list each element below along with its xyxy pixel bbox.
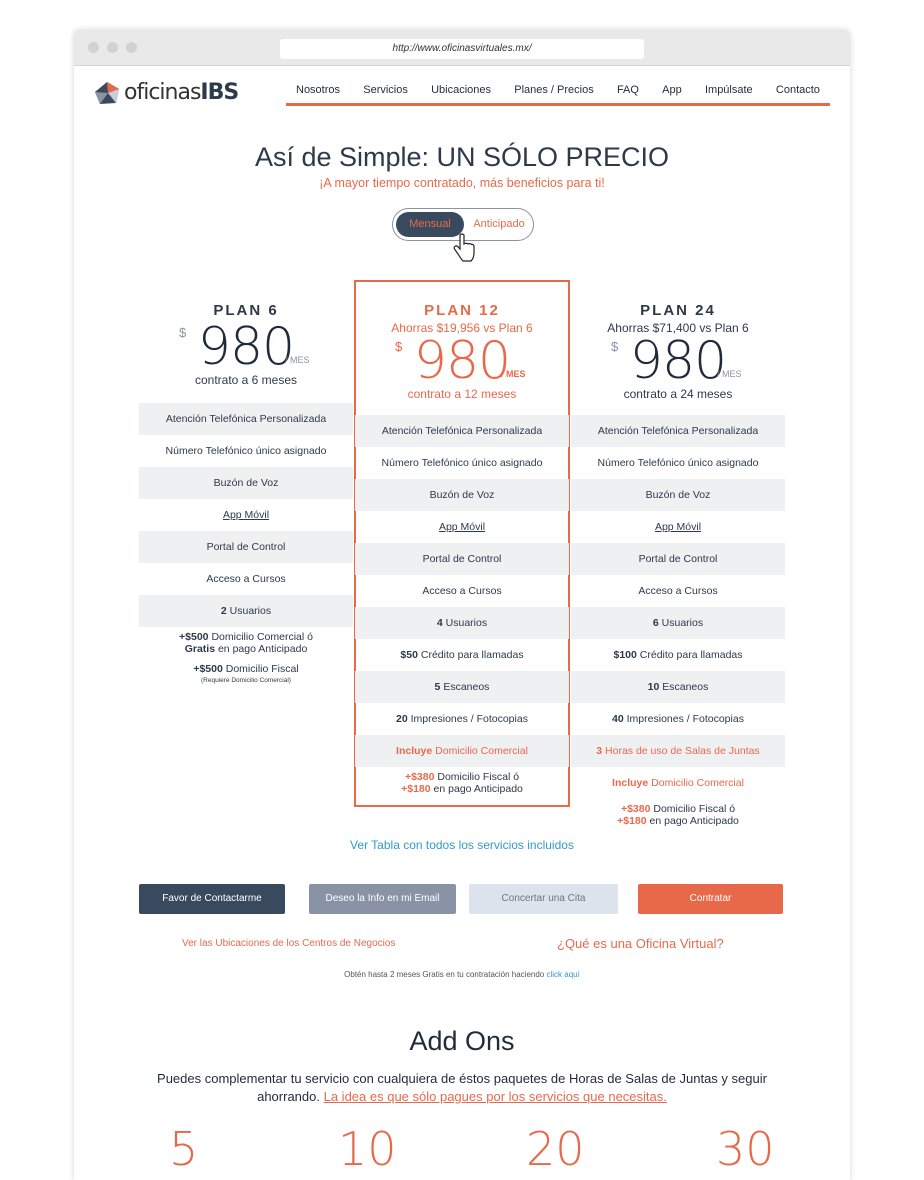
addon-hours-5[interactable]: 5: [169, 1122, 198, 1176]
feature-row: Acceso a Cursos: [638, 585, 718, 597]
email-info-button[interactable]: Deseo la Info en mi Email: [309, 884, 456, 914]
addon-hours-30[interactable]: 30: [716, 1122, 775, 1176]
logo-prefix: oficinas: [124, 80, 201, 105]
feature-row: Acceso a Cursos: [422, 585, 502, 597]
plan-24-card: PLAN 24 Ahorras $71,400 vs Plan 6 $ 980 …: [571, 302, 785, 831]
feature-row: Buzón de Voz: [355, 479, 569, 511]
main-nav: Nosotros Servicios Ubicaciones Planes / …: [286, 76, 830, 106]
price-period: / MES: [501, 369, 526, 379]
feature-row: +$380 Domicilio Fiscal ó +$180 en pago A…: [571, 799, 785, 831]
feature-row: Buzón de Voz: [139, 467, 353, 499]
price-period: / MES: [285, 355, 310, 365]
feature-row: 3 Horas de uso de Salas de Juntas: [571, 735, 785, 767]
feature-row: +$380 Domicilio Fiscal ó +$180 en pago A…: [401, 771, 523, 795]
feature-row: Portal de Control: [571, 543, 785, 575]
logo[interactable]: oficinasIBS: [94, 80, 239, 105]
price-period: / MES: [717, 369, 742, 379]
feature-row: Acceso a Cursos: [206, 573, 286, 585]
nav-ubicaciones[interactable]: Ubicaciones: [431, 84, 491, 96]
feature-row: Incluye Domicilio Comercial: [355, 735, 569, 767]
page-title: Así de Simple: UN SÓLO PRECIO: [254, 142, 670, 172]
full-table-link[interactable]: Ver Tabla con todos los servicios inclui…: [74, 838, 850, 852]
feature-row: $100 Crédito para llamadas: [613, 649, 743, 661]
feature-row: Atención Telefónica Personalizada: [139, 403, 353, 435]
feature-row: Número Telefónico único asignado: [165, 445, 327, 457]
feature-row: +$500 Domicilio Fiscal (Requiere Domicil…: [139, 659, 353, 691]
maximize-dot-icon[interactable]: [126, 42, 137, 53]
browser-chrome: http://www.oficinasvirtuales.mx/: [74, 30, 850, 66]
feature-row: Buzón de Voz: [571, 479, 785, 511]
feature-row: Portal de Control: [355, 543, 569, 575]
feature-row: Portal de Control: [139, 531, 353, 563]
price-amount: 980: [197, 317, 295, 377]
toggle-anticipado[interactable]: Anticipado: [465, 212, 533, 237]
feature-row: App Móvil: [139, 499, 353, 531]
feature-row: +$500 Domicilio Comercial ó Gratis en pa…: [179, 631, 313, 655]
nav-impulsate[interactable]: Impúlsate: [705, 84, 753, 96]
feature-row: 6 Usuarios: [571, 607, 785, 639]
minimize-dot-icon[interactable]: [107, 42, 118, 53]
plan-features: Atención Telefónica Personalizada Número…: [139, 403, 353, 691]
site-header: oficinasIBS Nosotros Servicios Ubicacion…: [74, 66, 850, 126]
addon-numbers: 5 10 20 30: [74, 1122, 850, 1180]
addons-description: Puedes complementar tu servicio con cual…: [157, 1071, 767, 1104]
price-amount: 980: [413, 331, 511, 391]
currency-symbol: $: [179, 325, 187, 340]
feature-row: Incluye Domicilio Comercial: [612, 777, 744, 789]
browser-window: http://www.oficinasvirtuales.mx/ oficina…: [74, 30, 850, 1180]
hire-button[interactable]: Contratar: [638, 884, 783, 914]
addon-hours-10[interactable]: 10: [338, 1122, 397, 1176]
logo-brand: IBS: [200, 80, 239, 105]
logo-cube-icon: [95, 81, 119, 104]
nav-planes-precios[interactable]: Planes / Precios: [514, 84, 593, 96]
locations-link[interactable]: Ver las Ubicaciones de los Centros de Ne…: [182, 938, 395, 949]
plan-name: PLAN 12: [424, 302, 500, 319]
close-dot-icon[interactable]: [88, 42, 99, 53]
nav-nosotros[interactable]: Nosotros: [296, 84, 340, 96]
feature-row: Atención Telefónica Personalizada: [355, 415, 569, 447]
appointment-button[interactable]: Concertar una Cita: [469, 884, 618, 914]
feature-row: App Móvil: [571, 511, 785, 543]
nav-faq[interactable]: FAQ: [617, 84, 639, 96]
address-bar[interactable]: http://www.oficinasvirtuales.mx/: [280, 39, 644, 59]
feature-row: Atención Telefónica Personalizada: [571, 415, 785, 447]
what-is-link[interactable]: ¿Qué es una Oficina Virtual?: [557, 936, 724, 951]
feature-row: 4 Usuarios: [355, 607, 569, 639]
currency-symbol: $: [611, 339, 619, 354]
feature-row: $50 Crédito para llamadas: [400, 649, 524, 661]
nav-servicios[interactable]: Servicios: [363, 84, 408, 96]
plan-price: $ 980 / MES: [355, 335, 569, 387]
app-movil-link[interactable]: App Móvil: [439, 521, 485, 533]
plan-6-card: PLAN 6 $ 980 / MES contrato a 6 meses At…: [139, 302, 353, 691]
nav-contacto[interactable]: Contacto: [776, 84, 820, 96]
app-movil-link[interactable]: App Móvil: [655, 521, 701, 533]
plan-12-card: PLAN 12 Ahorras $19,956 vs Plan 6 $ 980 …: [355, 302, 569, 799]
plan-price: $ 980 / MES: [139, 321, 353, 373]
app-movil-link[interactable]: App Móvil: [223, 509, 269, 521]
plan-price: $ 980 / MES: [571, 335, 785, 387]
addons-desc-link[interactable]: La idea es que sólo pagues por los servi…: [324, 1089, 667, 1104]
promo-note: Obtén hasta 2 meses Gratis en tu contrat…: [344, 970, 580, 979]
nav-app[interactable]: App: [662, 84, 682, 96]
feature-row: Número Telefónico único asignado: [381, 457, 543, 469]
feature-row: 5 Escaneos: [355, 671, 569, 703]
feature-row: App Móvil: [355, 511, 569, 543]
feature-row: 20 Impresiones / Fotocopias: [396, 713, 528, 725]
currency-symbol: $: [395, 339, 403, 354]
promo-click-link[interactable]: click aquí: [547, 970, 580, 979]
plan-features: Atención Telefónica Personalizada Número…: [571, 415, 785, 831]
addons-title: Add Ons: [409, 1026, 515, 1056]
feature-row: 10 Escaneos: [571, 671, 785, 703]
feature-row: Número Telefónico único asignado: [597, 457, 759, 469]
hand-cursor-icon: [453, 233, 475, 262]
plan-name: PLAN 24: [640, 302, 716, 319]
price-amount: 980: [629, 331, 727, 391]
page-subtitle: ¡A mayor tiempo contratado, más benefici…: [319, 176, 605, 190]
feature-row: 2 Usuarios: [139, 595, 353, 627]
feature-row: 40 Impresiones / Fotocopias: [612, 713, 744, 725]
contact-me-button[interactable]: Favor de Contactarme: [139, 884, 285, 914]
plan-features: Atención Telefónica Personalizada Número…: [355, 415, 569, 799]
addon-hours-20[interactable]: 20: [526, 1122, 585, 1176]
